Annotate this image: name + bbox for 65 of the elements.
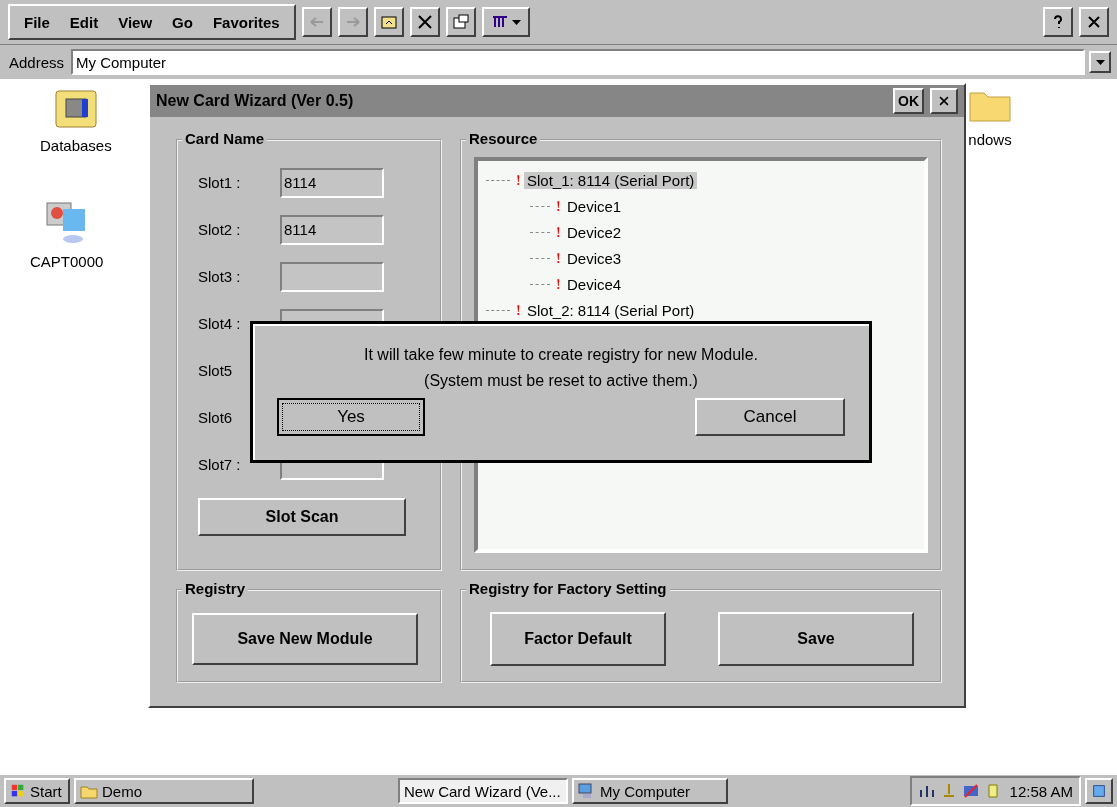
menu-item[interactable]: Edit	[61, 13, 107, 31]
slot-label: Slot6	[198, 409, 234, 426]
message-text: (System must be reset to active them.)	[424, 371, 698, 391]
desktop-icon-label[interactable]: ndows	[968, 131, 1012, 148]
group-title: Registry for Factory Setting	[466, 580, 670, 597]
tree-item[interactable]: Slot_1: 8114 (Serial Port)	[524, 171, 698, 189]
slot-label: Slot3 :	[198, 268, 242, 285]
slot-label: Slot4 :	[198, 315, 242, 332]
tree-item[interactable]: Slot_2: 8114 (Serial Port)	[524, 301, 698, 319]
menu-item[interactable]: Go	[164, 13, 201, 31]
caret-icon	[511, 19, 521, 25]
menu-item[interactable]: View	[110, 13, 161, 31]
taskbar-button[interactable]: New Card Wizard (Ve...	[398, 778, 568, 804]
database-folder-icon[interactable]	[53, 87, 98, 129]
caret-icon	[1095, 59, 1105, 65]
slot-scan-button[interactable]: Slot Scan	[198, 498, 406, 536]
dialog-button[interactable]: Cancel	[695, 398, 845, 436]
close-icon	[937, 94, 951, 108]
properties-button[interactable]	[445, 7, 476, 37]
taskbar-button[interactable]: My Computer	[572, 778, 728, 804]
up-folder-button[interactable]	[373, 7, 404, 37]
properties-icon	[451, 13, 470, 31]
slot-label: Slot5	[198, 362, 234, 379]
delete-button[interactable]	[409, 7, 440, 37]
slot-label: Slot2 :	[198, 221, 242, 238]
views-button[interactable]	[481, 7, 530, 37]
address-field[interactable]: My Computer	[71, 49, 1085, 75]
windows-logo-icon	[10, 783, 26, 799]
message-text: It will take few minute to create registry for new Module.	[364, 345, 758, 365]
back-button[interactable]	[301, 7, 332, 37]
tree-item[interactable]: Device2	[564, 223, 625, 241]
slot-field[interactable]: 8114	[280, 214, 384, 245]
taskbar-button[interactable]: Demo	[74, 778, 254, 804]
help-button[interactable]	[1043, 7, 1073, 37]
tree-item[interactable]: Device1	[564, 197, 625, 215]
factory-button[interactable]: Save	[718, 612, 914, 666]
desktop-icon-label[interactable]: CAPT0000	[30, 253, 104, 270]
slot-label: Slot1 :	[198, 174, 242, 191]
delete-icon	[415, 13, 434, 31]
window-title: New Card Wizard (Ver 0.5)	[156, 92, 355, 110]
dropdown-button[interactable]	[1089, 51, 1111, 73]
tree-item[interactable]: Device4	[564, 275, 625, 293]
close-button[interactable]	[930, 88, 958, 114]
close-button[interactable]	[1079, 7, 1109, 37]
save-new-module-button[interactable]: Save New Module	[192, 613, 418, 665]
folder-icon	[379, 13, 398, 31]
slot-field[interactable]	[280, 261, 384, 292]
group-title: Card Name	[182, 130, 268, 147]
desktop-button[interactable]	[1085, 778, 1113, 804]
desktop-icon	[1091, 783, 1107, 799]
dialog-button[interactable]: Yes	[277, 398, 425, 436]
menu-item[interactable]: Favorites	[204, 13, 288, 31]
desktop-icon-label[interactable]: Databases	[40, 137, 112, 154]
factory-button[interactable]: Factor Default	[490, 612, 666, 666]
tree-item[interactable]: Device3	[564, 249, 625, 267]
pen-icon	[961, 782, 980, 800]
address-label: Address	[8, 53, 66, 71]
start-button[interactable]: Start	[4, 778, 70, 804]
slot-field[interactable]: 8114	[280, 167, 384, 198]
group-title: Registry	[182, 580, 249, 597]
forward-button[interactable]	[337, 7, 368, 37]
slot-label: Slot7 :	[198, 456, 242, 473]
clock: 12:58 AM	[1009, 782, 1073, 800]
ok-button[interactable]: OK	[893, 88, 924, 114]
menu-item[interactable]: File	[16, 13, 58, 31]
